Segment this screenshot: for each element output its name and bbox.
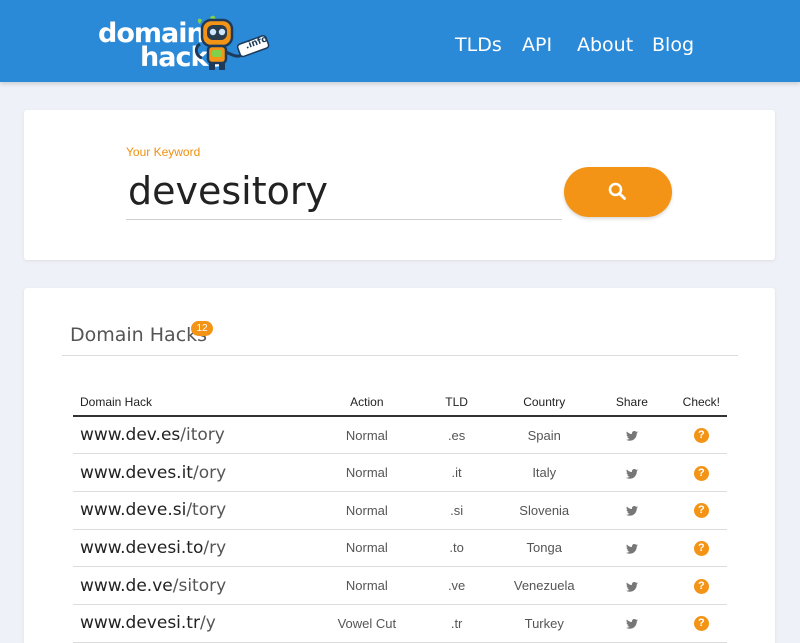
help-icon[interactable]: ? bbox=[693, 616, 709, 632]
country-cell: Italy bbox=[500, 453, 589, 492]
share-cell bbox=[588, 416, 676, 455]
twitter-icon[interactable] bbox=[625, 543, 638, 554]
domain-name[interactable]: www.deves.it bbox=[80, 463, 193, 483]
domain-path: /ory bbox=[192, 462, 227, 483]
keyword-label: Your Keyword bbox=[126, 145, 201, 159]
table-row: www.devesi.tr/y Vowel Cut .tr Turkey ? bbox=[73, 604, 727, 643]
help-icon[interactable]: ? bbox=[693, 465, 709, 481]
help-icon[interactable]: ? bbox=[693, 503, 709, 519]
results-card: Domain Hacks 12 Domain Hack Action TLD C… bbox=[24, 288, 775, 643]
tld-cell: .es bbox=[412, 416, 501, 455]
column-header-tld: TLD bbox=[412, 388, 501, 417]
results-table: Domain Hack Action TLD Country Share Che… bbox=[73, 388, 727, 643]
nav-item-blog[interactable]: Blog bbox=[652, 33, 694, 57]
action-cell: Normal bbox=[320, 529, 413, 568]
column-header-share: Share bbox=[588, 388, 676, 417]
share-cell bbox=[588, 604, 676, 643]
check-cell: ? bbox=[675, 566, 727, 605]
domain-path: /y bbox=[199, 613, 216, 634]
share-cell bbox=[588, 453, 676, 492]
table-row: www.devesi.to/ry Normal .to Tonga ? bbox=[73, 529, 727, 568]
action-cell: Normal bbox=[320, 491, 413, 530]
nav-item-tlds[interactable]: TLDs bbox=[455, 33, 502, 57]
help-icon[interactable]: ? bbox=[693, 578, 709, 594]
table-row: www.deves.it/ory Normal .it Italy ? bbox=[73, 453, 727, 492]
domain-hack-cell[interactable]: www.deves.it/ory bbox=[73, 453, 321, 492]
tld-cell: .to bbox=[412, 529, 501, 568]
column-header-check: Check! bbox=[675, 388, 727, 417]
check-cell: ? bbox=[675, 491, 727, 530]
country-cell: Slovenia bbox=[500, 491, 589, 530]
column-header-domain-hack: Domain Hack bbox=[73, 388, 321, 417]
results-count-badge: 12 bbox=[191, 321, 213, 336]
twitter-icon[interactable] bbox=[625, 431, 638, 441]
country-cell: Spain bbox=[500, 416, 589, 455]
table-row: www.dev.es/itory Normal .es Spain ? bbox=[73, 416, 727, 455]
divider bbox=[62, 355, 738, 356]
domain-path: /ry bbox=[203, 537, 227, 558]
main-nav: TLDs API About Blog bbox=[0, 33, 800, 57]
domain-path: /sitory bbox=[172, 575, 227, 596]
action-cell: Normal bbox=[320, 416, 413, 455]
table-header-row: Domain Hack Action TLD Country Share Che… bbox=[73, 388, 727, 417]
domain-path: /itory bbox=[180, 425, 225, 446]
nav-item-about[interactable]: About bbox=[577, 33, 633, 57]
share-cell bbox=[588, 529, 676, 568]
domain-name[interactable]: www.deve.si bbox=[80, 500, 186, 520]
tld-cell: .it bbox=[412, 453, 501, 492]
country-cell: Turkey bbox=[500, 604, 589, 643]
domain-name[interactable]: www.devesi.tr bbox=[80, 613, 200, 633]
keyword-input[interactable] bbox=[126, 162, 562, 220]
country-cell: Tonga bbox=[500, 529, 589, 568]
tld-cell: .si bbox=[412, 491, 501, 530]
check-cell: ? bbox=[675, 453, 727, 492]
action-cell: Vowel Cut bbox=[320, 604, 413, 643]
domain-hack-cell[interactable]: www.deve.si/tory bbox=[73, 491, 321, 530]
table-row: www.de.ve/sitory Normal .ve Venezuela ? bbox=[73, 566, 727, 605]
nav-item-api[interactable]: API bbox=[522, 33, 552, 57]
help-icon[interactable]: ? bbox=[693, 428, 709, 444]
share-cell bbox=[588, 566, 676, 605]
search-icon bbox=[608, 182, 626, 200]
check-cell: ? bbox=[675, 416, 727, 455]
domain-path: /tory bbox=[186, 500, 227, 521]
section-title: Domain Hacks bbox=[70, 324, 208, 346]
help-icon[interactable]: ? bbox=[693, 540, 709, 556]
country-cell: Venezuela bbox=[500, 566, 589, 605]
tld-cell: .tr bbox=[412, 604, 501, 643]
twitter-icon[interactable] bbox=[625, 468, 638, 479]
domain-hack-cell[interactable]: www.dev.es/itory bbox=[73, 416, 321, 455]
twitter-icon[interactable] bbox=[625, 506, 638, 517]
domain-name[interactable]: www.devesi.to bbox=[80, 538, 203, 558]
domain-hack-cell[interactable]: www.devesi.to/ry bbox=[73, 529, 321, 568]
search-button[interactable] bbox=[564, 167, 672, 217]
table-row: www.deve.si/tory Normal .si Slovenia ? bbox=[73, 491, 727, 530]
action-cell: Normal bbox=[320, 453, 413, 492]
check-cell: ? bbox=[675, 529, 727, 568]
search-card: Your Keyword bbox=[24, 110, 775, 260]
domain-name[interactable]: www.dev.es bbox=[80, 425, 180, 445]
share-cell bbox=[588, 491, 676, 530]
twitter-icon[interactable] bbox=[625, 581, 638, 592]
domain-hack-cell[interactable]: www.devesi.tr/y bbox=[73, 604, 321, 643]
domain-hack-cell[interactable]: www.de.ve/sitory bbox=[73, 566, 321, 605]
action-cell: Normal bbox=[320, 566, 413, 605]
check-cell: ? bbox=[675, 604, 727, 643]
domain-name[interactable]: www.de.ve bbox=[80, 576, 173, 596]
tld-cell: .ve bbox=[412, 566, 501, 605]
column-header-country: Country bbox=[500, 388, 589, 417]
twitter-icon[interactable] bbox=[625, 619, 638, 630]
site-header: domain hacks .info TLDs API About Blog bbox=[0, 0, 800, 82]
column-header-action: Action bbox=[320, 388, 413, 417]
